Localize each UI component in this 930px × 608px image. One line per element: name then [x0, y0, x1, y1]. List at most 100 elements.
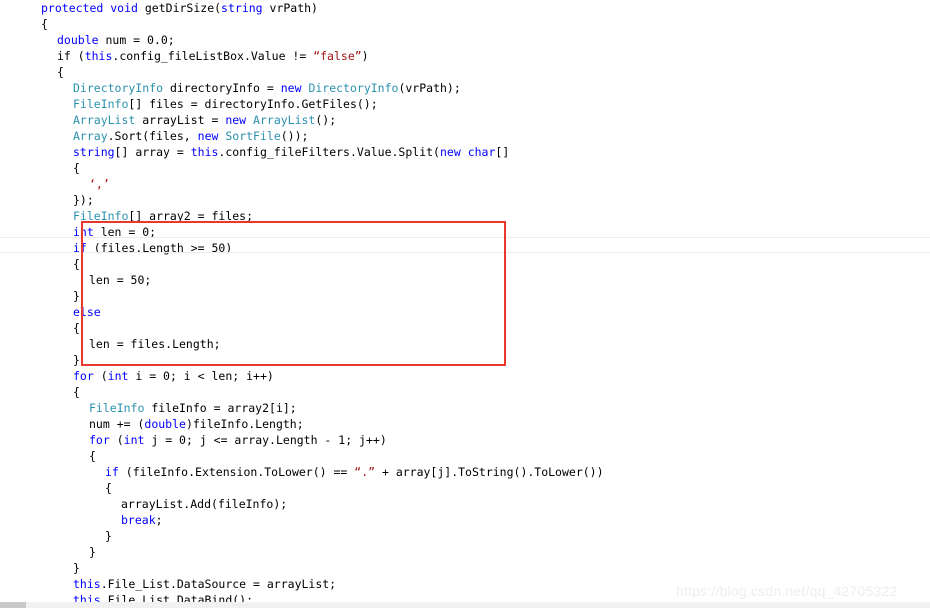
- code-token-pln: [] array =: [114, 145, 191, 159]
- code-line: FileInfo[] files = directoryInfo.GetFile…: [0, 96, 930, 112]
- code-line: {: [0, 160, 930, 176]
- code-line: }: [0, 544, 930, 560]
- code-token-kw: double: [144, 417, 186, 431]
- code-line: }: [0, 352, 930, 368]
- code-token-typ: ArrayList: [73, 113, 136, 127]
- code-token-pln: num += (: [89, 417, 145, 431]
- code-line: });: [0, 192, 930, 208]
- code-token-typ: FileInfo: [73, 97, 129, 111]
- code-token-pln: {: [73, 321, 80, 335]
- code-token-kw: this: [84, 49, 113, 63]
- code-token-kw: break: [121, 513, 156, 527]
- code-token-pln: ;: [155, 513, 163, 527]
- code-line: for (int i = 0; i < len; i++): [0, 368, 930, 384]
- code-line: len = files.Length;: [0, 336, 930, 352]
- code-line: }: [0, 288, 930, 304]
- scrollbar-thumb[interactable]: [0, 602, 26, 608]
- code-line: }: [0, 560, 930, 576]
- code-token-pln: vrPath): [262, 1, 318, 15]
- code-token-str: “false”: [313, 49, 362, 63]
- code-token-typ: DirectoryInfo: [308, 81, 399, 95]
- code-token-kw: new: [280, 81, 302, 95]
- code-line: string[] array = this.config_fileFilters…: [0, 144, 930, 160]
- code-line: arrayList.Add(fileInfo);: [0, 496, 930, 512]
- code-token-pln: (: [109, 433, 124, 447]
- code-token-pln: i = 0; i < len; i++): [128, 369, 274, 383]
- code-token-pln: fileInfo = array2[i];: [144, 401, 297, 415]
- code-token-pln: (fileInfo.Extension.ToLower() ==: [118, 465, 355, 479]
- code-line: DirectoryInfo directoryInfo = new Direct…: [0, 80, 930, 96]
- code-token-pln: ());: [280, 129, 309, 143]
- code-token-pln: {: [105, 481, 112, 495]
- code-token-pln: {: [57, 65, 64, 79]
- code-token-kw: for: [73, 369, 94, 383]
- code-line: {: [0, 256, 930, 272]
- code-token-kw: this: [190, 145, 219, 159]
- code-token-pln: if (: [57, 49, 85, 63]
- code-token-kw: void: [110, 1, 138, 15]
- horizontal-rule-lower: [0, 252, 930, 253]
- code-token-pln: }: [73, 561, 80, 575]
- code-token-pln: getDirSize(: [137, 1, 222, 15]
- code-line: double num = 0.0;: [0, 32, 930, 48]
- code-token-str: “.”: [354, 465, 376, 479]
- code-token-kw: this: [73, 577, 101, 591]
- code-token-pln: [246, 113, 253, 127]
- code-token-kw: string: [221, 1, 263, 15]
- code-token-pln: (: [93, 369, 108, 383]
- code-line: {: [0, 320, 930, 336]
- code-token-kw: string: [73, 145, 115, 159]
- code-token-pln: .config_fileFilters.Value.Split(: [218, 145, 440, 159]
- code-line: num += (double)fileInfo.Length;: [0, 416, 930, 432]
- code-token-pln: arrayList.Add(fileInfo);: [121, 497, 288, 511]
- code-token-pln: {: [73, 257, 80, 271]
- code-token-pln: j = 0; j <= array.Length - 1; j++): [144, 433, 387, 447]
- code-token-kw: new: [197, 129, 219, 143]
- code-line: if (fileInfo.Extension.ToLower() == “.” …: [0, 464, 930, 480]
- code-token-pln: num = 0.0;: [98, 33, 175, 47]
- code-token-kw: for: [89, 433, 110, 447]
- code-token-typ: DirectoryInfo: [73, 81, 164, 95]
- code-token-pln: len = 50;: [89, 273, 152, 287]
- code-token-pln: .config_fileListBox.Value !=: [112, 49, 314, 63]
- code-line: for (int j = 0; j <= array.Length - 1; j…: [0, 432, 930, 448]
- code-token-pln: []: [495, 145, 510, 159]
- code-token-typ: ArrayList: [253, 113, 316, 127]
- code-token-pln: .Sort(files,: [107, 129, 198, 143]
- code-line: ArrayList arrayList = new ArrayList();: [0, 112, 930, 128]
- code-token-pln: }: [89, 545, 96, 559]
- code-token-kw: new: [225, 113, 247, 127]
- code-token-pln: len = files.Length;: [89, 337, 221, 351]
- code-listing[interactable]: protected void getDirSize(string vrPath)…: [0, 0, 930, 608]
- code-line: Array.Sort(files, new SortFile());: [0, 128, 930, 144]
- code-token-kw: new: [439, 145, 461, 159]
- code-token-kw: char: [467, 145, 496, 159]
- code-line: FileInfo fileInfo = array2[i];: [0, 400, 930, 416]
- code-token-pln: [] array2 = files;: [128, 209, 254, 223]
- horizontal-rule-upper: [0, 237, 930, 238]
- code-token-kw: if: [105, 465, 119, 479]
- code-line: else: [0, 304, 930, 320]
- code-token-pln: ();: [315, 113, 337, 127]
- horizontal-scrollbar[interactable]: [0, 602, 930, 608]
- code-token-kw: else: [73, 305, 101, 319]
- code-token-pln: {: [89, 449, 96, 463]
- code-line: ‘,’: [0, 176, 930, 192]
- code-token-pln: }: [105, 529, 112, 543]
- code-token-pln: + array[j].ToString().ToLower()): [375, 465, 604, 479]
- code-line: {: [0, 384, 930, 400]
- code-token-pln: {: [73, 161, 80, 175]
- code-token-pln: [] files = directoryInfo.GetFiles();: [128, 97, 378, 111]
- code-line: {: [0, 480, 930, 496]
- code-token-kw: int: [107, 369, 129, 383]
- code-token-pln: }: [73, 289, 80, 303]
- code-token-pln: });: [73, 193, 94, 207]
- code-line: protected void getDirSize(string vrPath): [0, 0, 930, 16]
- code-token-typ: SortFile: [225, 129, 281, 143]
- code-screenshot: protected void getDirSize(string vrPath)…: [0, 0, 930, 608]
- code-token-pln: .File_List.DataSource = arrayList;: [100, 577, 337, 591]
- code-line: len = 50;: [0, 272, 930, 288]
- code-token-str: ‘,’: [89, 177, 110, 191]
- watermark-text: https://blog.csdn.net/qq_42705322: [676, 583, 898, 599]
- code-line: {: [0, 16, 930, 32]
